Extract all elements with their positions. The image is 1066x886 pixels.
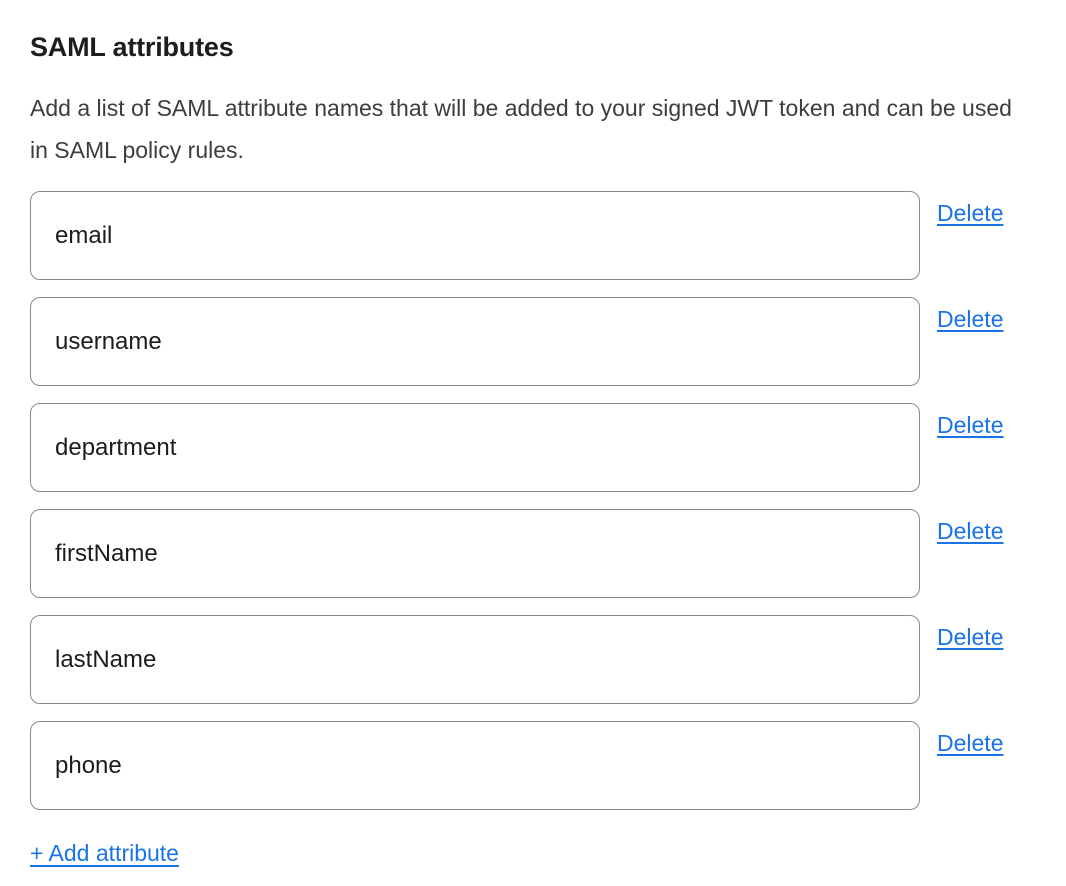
attribute-input[interactable] [30,615,920,704]
attribute-input[interactable] [30,403,920,492]
add-attribute-link[interactable]: + Add attribute [30,840,179,867]
delete-attribute-link[interactable]: Delete [937,518,1003,545]
attribute-row: Delete [30,297,1036,386]
attribute-input[interactable] [30,721,920,810]
delete-attribute-link[interactable]: Delete [937,200,1003,227]
delete-attribute-link[interactable]: Delete [937,624,1003,651]
page-title: SAML attributes [30,32,1036,63]
attribute-row: Delete [30,615,1036,704]
attribute-input[interactable] [30,191,920,280]
attribute-row: Delete [30,403,1036,492]
attribute-input[interactable] [30,509,920,598]
delete-attribute-link[interactable]: Delete [937,730,1003,757]
attribute-input[interactable] [30,297,920,386]
attribute-row: Delete [30,191,1036,280]
section-description: Add a list of SAML attribute names that … [30,87,1020,171]
delete-attribute-link[interactable]: Delete [937,412,1003,439]
attribute-row: Delete [30,721,1036,810]
attribute-row: Delete [30,509,1036,598]
delete-attribute-link[interactable]: Delete [937,306,1003,333]
saml-attributes-list: Delete Delete Delete Delete Delete Delet… [30,191,1036,810]
